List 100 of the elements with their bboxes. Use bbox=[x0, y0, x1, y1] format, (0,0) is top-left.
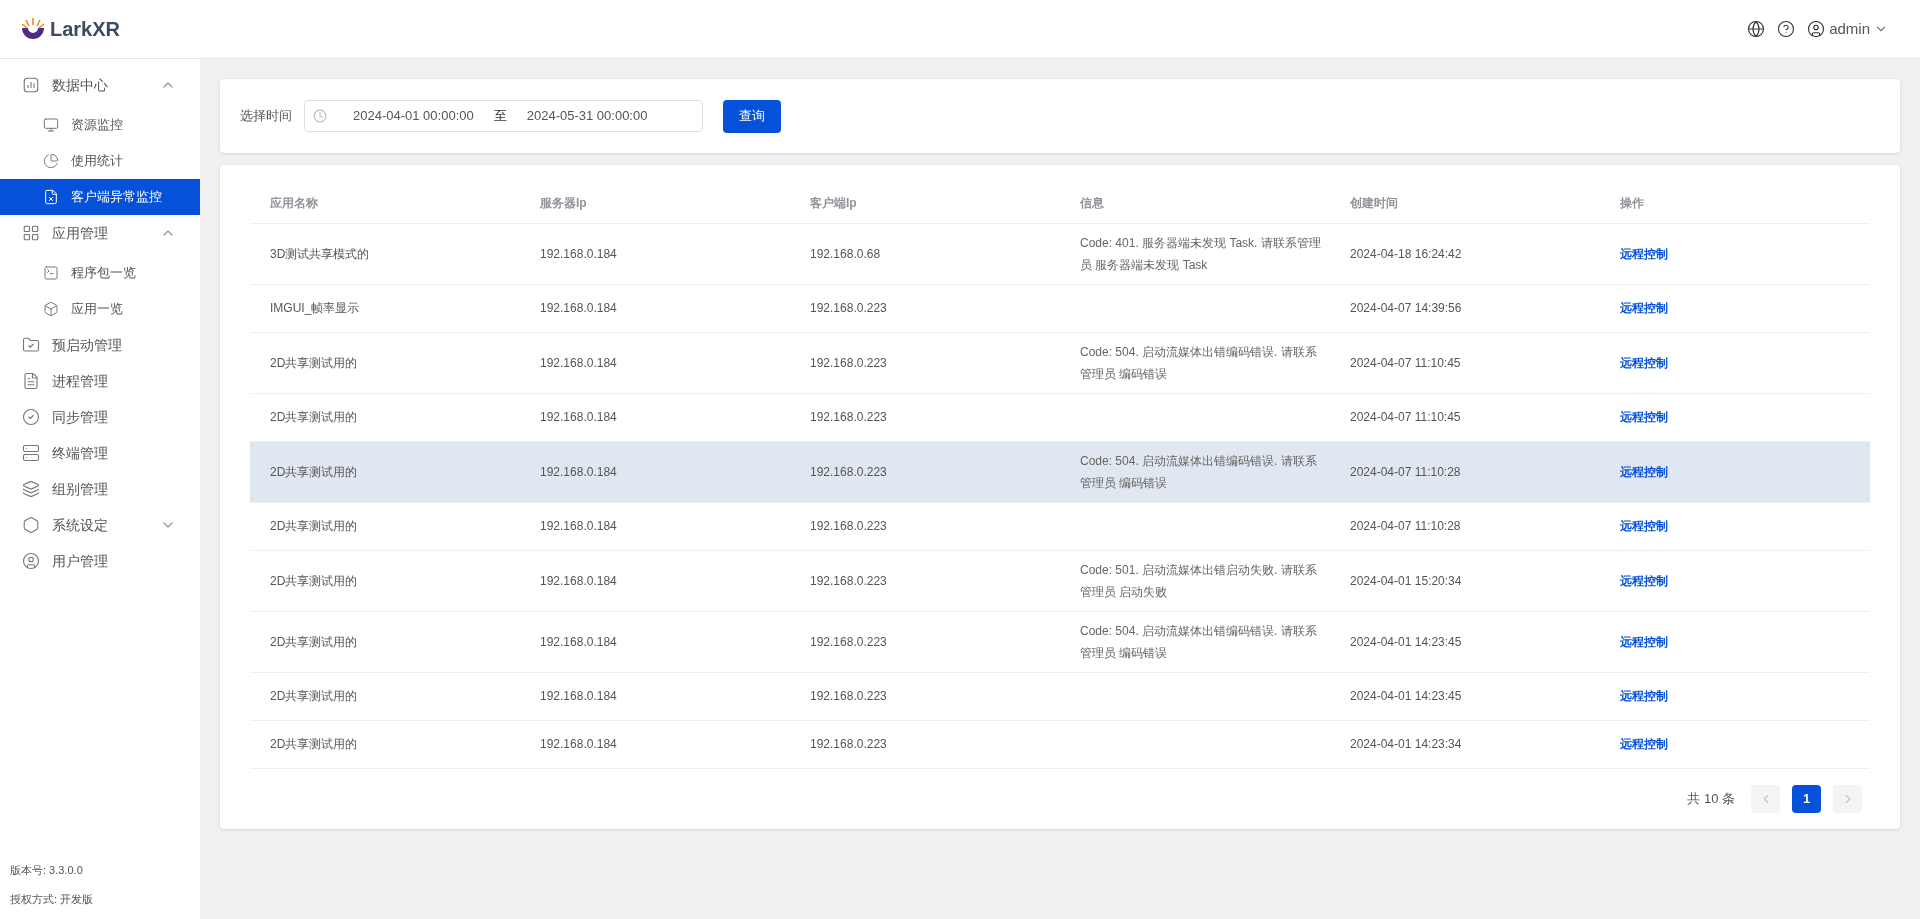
table-cell: 2024-04-01 15:20:34 bbox=[1330, 550, 1600, 611]
table-cell: Code: 401. 服务器端未发现 Task. 请联系管理员 服务器端未发现 Task bbox=[1080, 235, 1321, 272]
folder-check-icon bbox=[22, 336, 40, 354]
logo-text: LarkXR bbox=[50, 17, 121, 42]
filter-label: 选择时间 bbox=[240, 107, 292, 126]
table-cell: 192.168.0.223 bbox=[790, 332, 1060, 393]
menu-item[interactable]: 数据中心 bbox=[0, 67, 200, 103]
column-header: 信息 bbox=[1060, 183, 1330, 223]
menu-item[interactable]: 预启动管理 bbox=[0, 327, 200, 363]
menu-item[interactable]: 终端管理 bbox=[0, 435, 200, 471]
user-icon bbox=[22, 552, 40, 570]
table-cell: 192.168.0.184 bbox=[520, 550, 790, 611]
menu-item[interactable]: 进程管理 bbox=[0, 363, 200, 399]
grid-icon bbox=[22, 224, 40, 242]
table-cell: Code: 504. 启动流媒体出错编码错误. 请联系管理员 编码错误 bbox=[1080, 623, 1317, 660]
remote-control-link[interactable]: 远程控制 bbox=[1620, 634, 1668, 649]
table-cell: 2024-04-07 11:10:28 bbox=[1330, 502, 1600, 550]
page-button[interactable]: 1 bbox=[1792, 784, 1821, 813]
column-header: 创建时间 bbox=[1330, 183, 1600, 223]
table-cell: 192.168.0.184 bbox=[520, 672, 790, 720]
submenu-item[interactable]: 使用统计 bbox=[0, 143, 200, 179]
column-header: 应用名称 bbox=[250, 183, 520, 223]
user-menu[interactable]: admin bbox=[1807, 17, 1888, 41]
terminal-icon bbox=[43, 265, 59, 281]
clock-icon bbox=[313, 109, 327, 123]
remote-control-link[interactable]: 远程控制 bbox=[1620, 464, 1668, 479]
table-cell: 3D测试共享模式的 bbox=[250, 223, 520, 284]
range-separator: 至 bbox=[493, 107, 507, 126]
end-date: 2024-05-31 00:00:00 bbox=[526, 107, 648, 126]
submenu-item[interactable]: 客户端异常监控 bbox=[0, 179, 200, 215]
user-icon bbox=[1807, 20, 1826, 38]
table-cell: 192.168.0.184 bbox=[520, 223, 790, 284]
table-cell: 2D共享测试用的 bbox=[250, 611, 520, 672]
table-cell: IMGUI_帧率显示 bbox=[250, 284, 520, 332]
menu-item[interactable]: 系统设定 bbox=[0, 507, 200, 543]
table-cell: 2D共享测试用的 bbox=[250, 441, 520, 502]
layers-icon bbox=[22, 480, 40, 498]
monitor-icon bbox=[43, 117, 59, 133]
check-circle-icon bbox=[22, 408, 40, 426]
column-header: 客户端Ip bbox=[790, 183, 1060, 223]
table-cell: 192.168.0.223 bbox=[790, 550, 1060, 611]
table-cell: 192.168.0.223 bbox=[790, 672, 1060, 720]
menu-item[interactable]: 同步管理 bbox=[0, 399, 200, 435]
remote-control-link[interactable]: 远程控制 bbox=[1620, 246, 1668, 261]
table-cell: 192.168.0.184 bbox=[520, 611, 790, 672]
table-cell: 192.168.0.223 bbox=[790, 720, 1060, 768]
table-cell: 192.168.0.184 bbox=[520, 502, 790, 550]
table-cell: 2024-04-07 11:10:28 bbox=[1330, 441, 1600, 502]
table-cell: 2D共享测试用的 bbox=[250, 502, 520, 550]
remote-control-link[interactable]: 远程控制 bbox=[1620, 737, 1668, 751]
table-cell: 2024-04-18 16:24:42 bbox=[1330, 223, 1600, 284]
query-button[interactable]: 查询 bbox=[723, 99, 781, 133]
start-date: 2024-04-01 00:00:00 bbox=[353, 107, 474, 126]
footer-text: 版本号: 3.3.0.0 bbox=[10, 863, 84, 878]
table-cell: 192.168.0.223 bbox=[790, 441, 1060, 502]
table-cell: 192.168.0.184 bbox=[520, 393, 790, 441]
menu-item[interactable]: 用户管理 bbox=[0, 543, 200, 579]
table-cell: 2024-04-01 14:23:45 bbox=[1330, 672, 1600, 720]
table-cell: Code: 501. 启动流媒体出错启动失败. 请联系管理员 启动失败 bbox=[1080, 562, 1317, 599]
table-cell: 2024-04-01 14:23:34 bbox=[1330, 720, 1600, 768]
help-icon[interactable] bbox=[1777, 20, 1796, 38]
table-cell: 192.168.0.68 bbox=[790, 223, 1060, 284]
table-cell: Code: 504. 启动流媒体出错编码错误. 请联系管理员 编码错误 bbox=[1080, 453, 1317, 490]
date-range-field[interactable]: 2024-04-01 00:00:00 至 2024-05-31 00:00:00 bbox=[304, 100, 703, 132]
file-x-icon bbox=[43, 189, 59, 205]
pie-chart-icon bbox=[43, 153, 59, 169]
table-cell: 192.168.0.223 bbox=[790, 611, 1060, 672]
language-icon[interactable] bbox=[1747, 20, 1766, 38]
remote-control-link[interactable]: 远程控制 bbox=[1620, 689, 1668, 703]
table-cell: 192.168.0.223 bbox=[790, 284, 1060, 332]
menu-item[interactable]: 组别管理 bbox=[0, 471, 200, 507]
logo-icon bbox=[20, 16, 46, 42]
column-header: 操作 bbox=[1600, 183, 1870, 223]
remote-control-link[interactable]: 远程控制 bbox=[1620, 355, 1668, 370]
chart-icon bbox=[22, 76, 40, 94]
hexagon-icon bbox=[22, 516, 40, 534]
table-cell: 2D共享测试用的 bbox=[250, 393, 520, 441]
table-cell: 192.168.0.184 bbox=[520, 284, 790, 332]
table-cell: 2D共享测试用的 bbox=[250, 672, 520, 720]
table-cell: 192.168.0.223 bbox=[790, 393, 1060, 441]
column-header: 服务器Ip bbox=[520, 183, 790, 223]
menu-item[interactable]: 应用管理 bbox=[0, 215, 200, 251]
submenu-item[interactable]: 应用一览 bbox=[0, 291, 200, 327]
remote-control-link[interactable]: 远程控制 bbox=[1620, 301, 1668, 315]
table-cell: 2024-04-07 11:10:45 bbox=[1330, 393, 1600, 441]
remote-control-link[interactable]: 远程控制 bbox=[1620, 573, 1668, 588]
submenu-item[interactable]: 资源监控 bbox=[0, 107, 200, 143]
footer-text: 授权方式: 开发版 bbox=[10, 891, 95, 907]
cube-icon bbox=[43, 301, 59, 317]
table-cell: 2D共享测试用的 bbox=[250, 332, 520, 393]
table-cell: Code: 504. 启动流媒体出错编码错误. 请联系管理员 编码错误 bbox=[1080, 344, 1317, 381]
table-cell: 192.168.0.184 bbox=[520, 332, 790, 393]
table-cell: 192.168.0.223 bbox=[790, 502, 1060, 550]
submenu-item[interactable]: 程序包一览 bbox=[0, 255, 200, 291]
table-cell: 2024-04-07 11:10:45 bbox=[1330, 332, 1600, 393]
total-count: 共 10 条 bbox=[1687, 789, 1735, 808]
remote-control-link[interactable]: 远程控制 bbox=[1620, 519, 1668, 533]
table-cell: 2024-04-01 14:23:45 bbox=[1330, 611, 1600, 672]
server-icon bbox=[22, 444, 40, 462]
remote-control-link[interactable]: 远程控制 bbox=[1620, 410, 1668, 424]
